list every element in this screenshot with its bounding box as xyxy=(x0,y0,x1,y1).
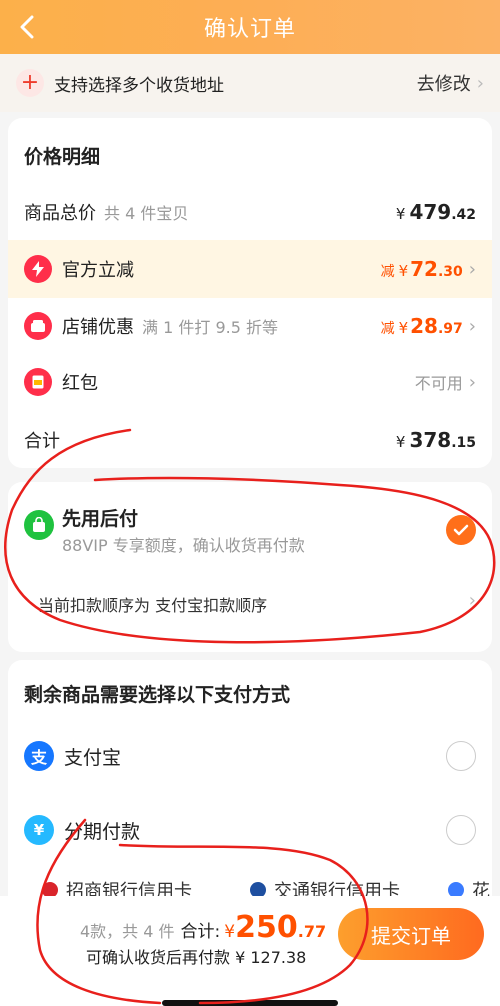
chevron-right-icon: › xyxy=(468,371,476,393)
price-detail-card: 价格明细 商品总价 共 4 件宝贝 ¥ 479 .42 官方立减 减 ¥ 72 … xyxy=(8,118,492,468)
payment-methods-title: 剩余商品需要选择以下支付方式 xyxy=(24,684,291,706)
item-count: 4款，共 4 件 xyxy=(80,922,175,941)
plus-icon: + xyxy=(16,69,44,97)
pay-later-card[interactable]: 先用后付 88VIP 专享额度，确认收货再付款 当前扣款顺序为 支付宝扣款顺序 … xyxy=(8,482,492,652)
installment-option[interactable]: ¥ 分期付款 xyxy=(8,800,492,860)
total-int: 250 xyxy=(235,910,298,945)
sum-label: 合计 xyxy=(24,431,60,452)
installment-radio[interactable] xyxy=(446,815,476,845)
goods-total-row: 商品总价 共 4 件宝贝 ¥ 479 .42 xyxy=(8,184,492,240)
shop-discount-sub: 满 1 件打 9.5 折等 xyxy=(142,318,278,337)
checkmark-icon[interactable] xyxy=(446,515,476,545)
alipay-option[interactable]: 支 支付宝 xyxy=(8,726,492,786)
pay-later-subtitle: 88VIP 专享额度，确认收货再付款 xyxy=(62,536,305,555)
hongbao-label: 红包 xyxy=(62,373,98,394)
hongbao-row[interactable]: 红包 不可用 › xyxy=(8,354,492,410)
edit-address-label: 去修改 xyxy=(416,74,471,95)
total-dec: .77 xyxy=(297,922,327,941)
address-bar[interactable]: + 支持选择多个收货地址 去修改 › xyxy=(0,54,500,112)
edit-address-link[interactable]: 去修改 › xyxy=(417,70,484,96)
official-discount-yen: ¥ xyxy=(398,262,409,280)
submit-order-button[interactable]: 提交订单 xyxy=(338,908,484,960)
pay-later-title: 先用后付 xyxy=(62,508,139,530)
shop-icon xyxy=(24,312,52,340)
total-yen: ¥ xyxy=(224,922,236,942)
alipay-radio[interactable] xyxy=(446,741,476,771)
alipay-label: 支付宝 xyxy=(64,746,122,769)
chevron-right-icon: › xyxy=(468,315,476,337)
goods-total-dec: .42 xyxy=(451,207,476,223)
home-indicator[interactable] xyxy=(162,1000,338,1006)
sum-row: 合计 ¥ 378 .15 xyxy=(8,412,492,468)
back-button[interactable] xyxy=(12,10,42,44)
total-label: 合计: xyxy=(180,922,221,942)
shop-discount-label: 店铺优惠 xyxy=(62,317,134,338)
hongbao-status: 不可用 xyxy=(414,374,463,393)
header-bar: 确认订单 xyxy=(0,0,500,54)
official-discount-dec: .30 xyxy=(437,264,463,280)
shop-discount-yen: ¥ xyxy=(398,319,409,337)
chevron-right-icon: › xyxy=(468,258,476,280)
official-discount-label: 官方立减 xyxy=(62,260,134,281)
price-detail-title: 价格明细 xyxy=(24,146,101,168)
chevron-left-icon xyxy=(20,15,34,39)
address-label: 支持选择多个收货地址 xyxy=(54,75,224,96)
red-envelope-icon xyxy=(24,368,52,396)
sum-dec: .15 xyxy=(451,435,476,451)
chevron-right-icon: › xyxy=(476,72,484,94)
deduction-order-text[interactable]: 当前扣款顺序为 支付宝扣款顺序 xyxy=(38,592,267,616)
total-line: 4款，共 4 件 合计: ¥ 250 .77 xyxy=(80,910,326,945)
shopping-bag-icon xyxy=(24,510,54,540)
goods-count: 共 4 件宝贝 xyxy=(104,204,189,223)
goods-total-int: 479 xyxy=(409,200,452,224)
installment-label: 分期付款 xyxy=(64,820,141,843)
shop-discount-dec: .97 xyxy=(437,321,463,337)
sum-int: 378 xyxy=(409,428,452,452)
official-discount-row[interactable]: 官方立减 减 ¥ 72 .30 › xyxy=(8,240,492,298)
sum-yen: ¥ xyxy=(395,433,406,451)
page-title: 确认订单 xyxy=(203,17,296,42)
shop-discount-int: 28 xyxy=(410,314,438,338)
official-discount-tag: 减 xyxy=(380,264,395,280)
bottom-bar: 4款，共 4 件 合计: ¥ 250 .77 可确认收货后再付款 ¥ 127.3… xyxy=(0,896,500,1006)
official-discount-int: 72 xyxy=(410,257,438,281)
goods-total-yen: ¥ xyxy=(395,205,406,223)
shop-discount-row[interactable]: 店铺优惠 满 1 件打 9.5 折等 减 ¥ 28 .97 › xyxy=(8,298,492,354)
pay-after-text: 可确认收货后再付款 ¥ 127.38 xyxy=(86,948,307,967)
chevron-right-icon: › xyxy=(468,590,476,611)
goods-total-label: 商品总价 xyxy=(24,203,96,224)
installment-icon: ¥ xyxy=(24,815,54,845)
alipay-icon: 支 xyxy=(24,741,54,771)
shop-discount-tag: 减 xyxy=(380,321,395,337)
lightning-icon xyxy=(24,255,52,283)
